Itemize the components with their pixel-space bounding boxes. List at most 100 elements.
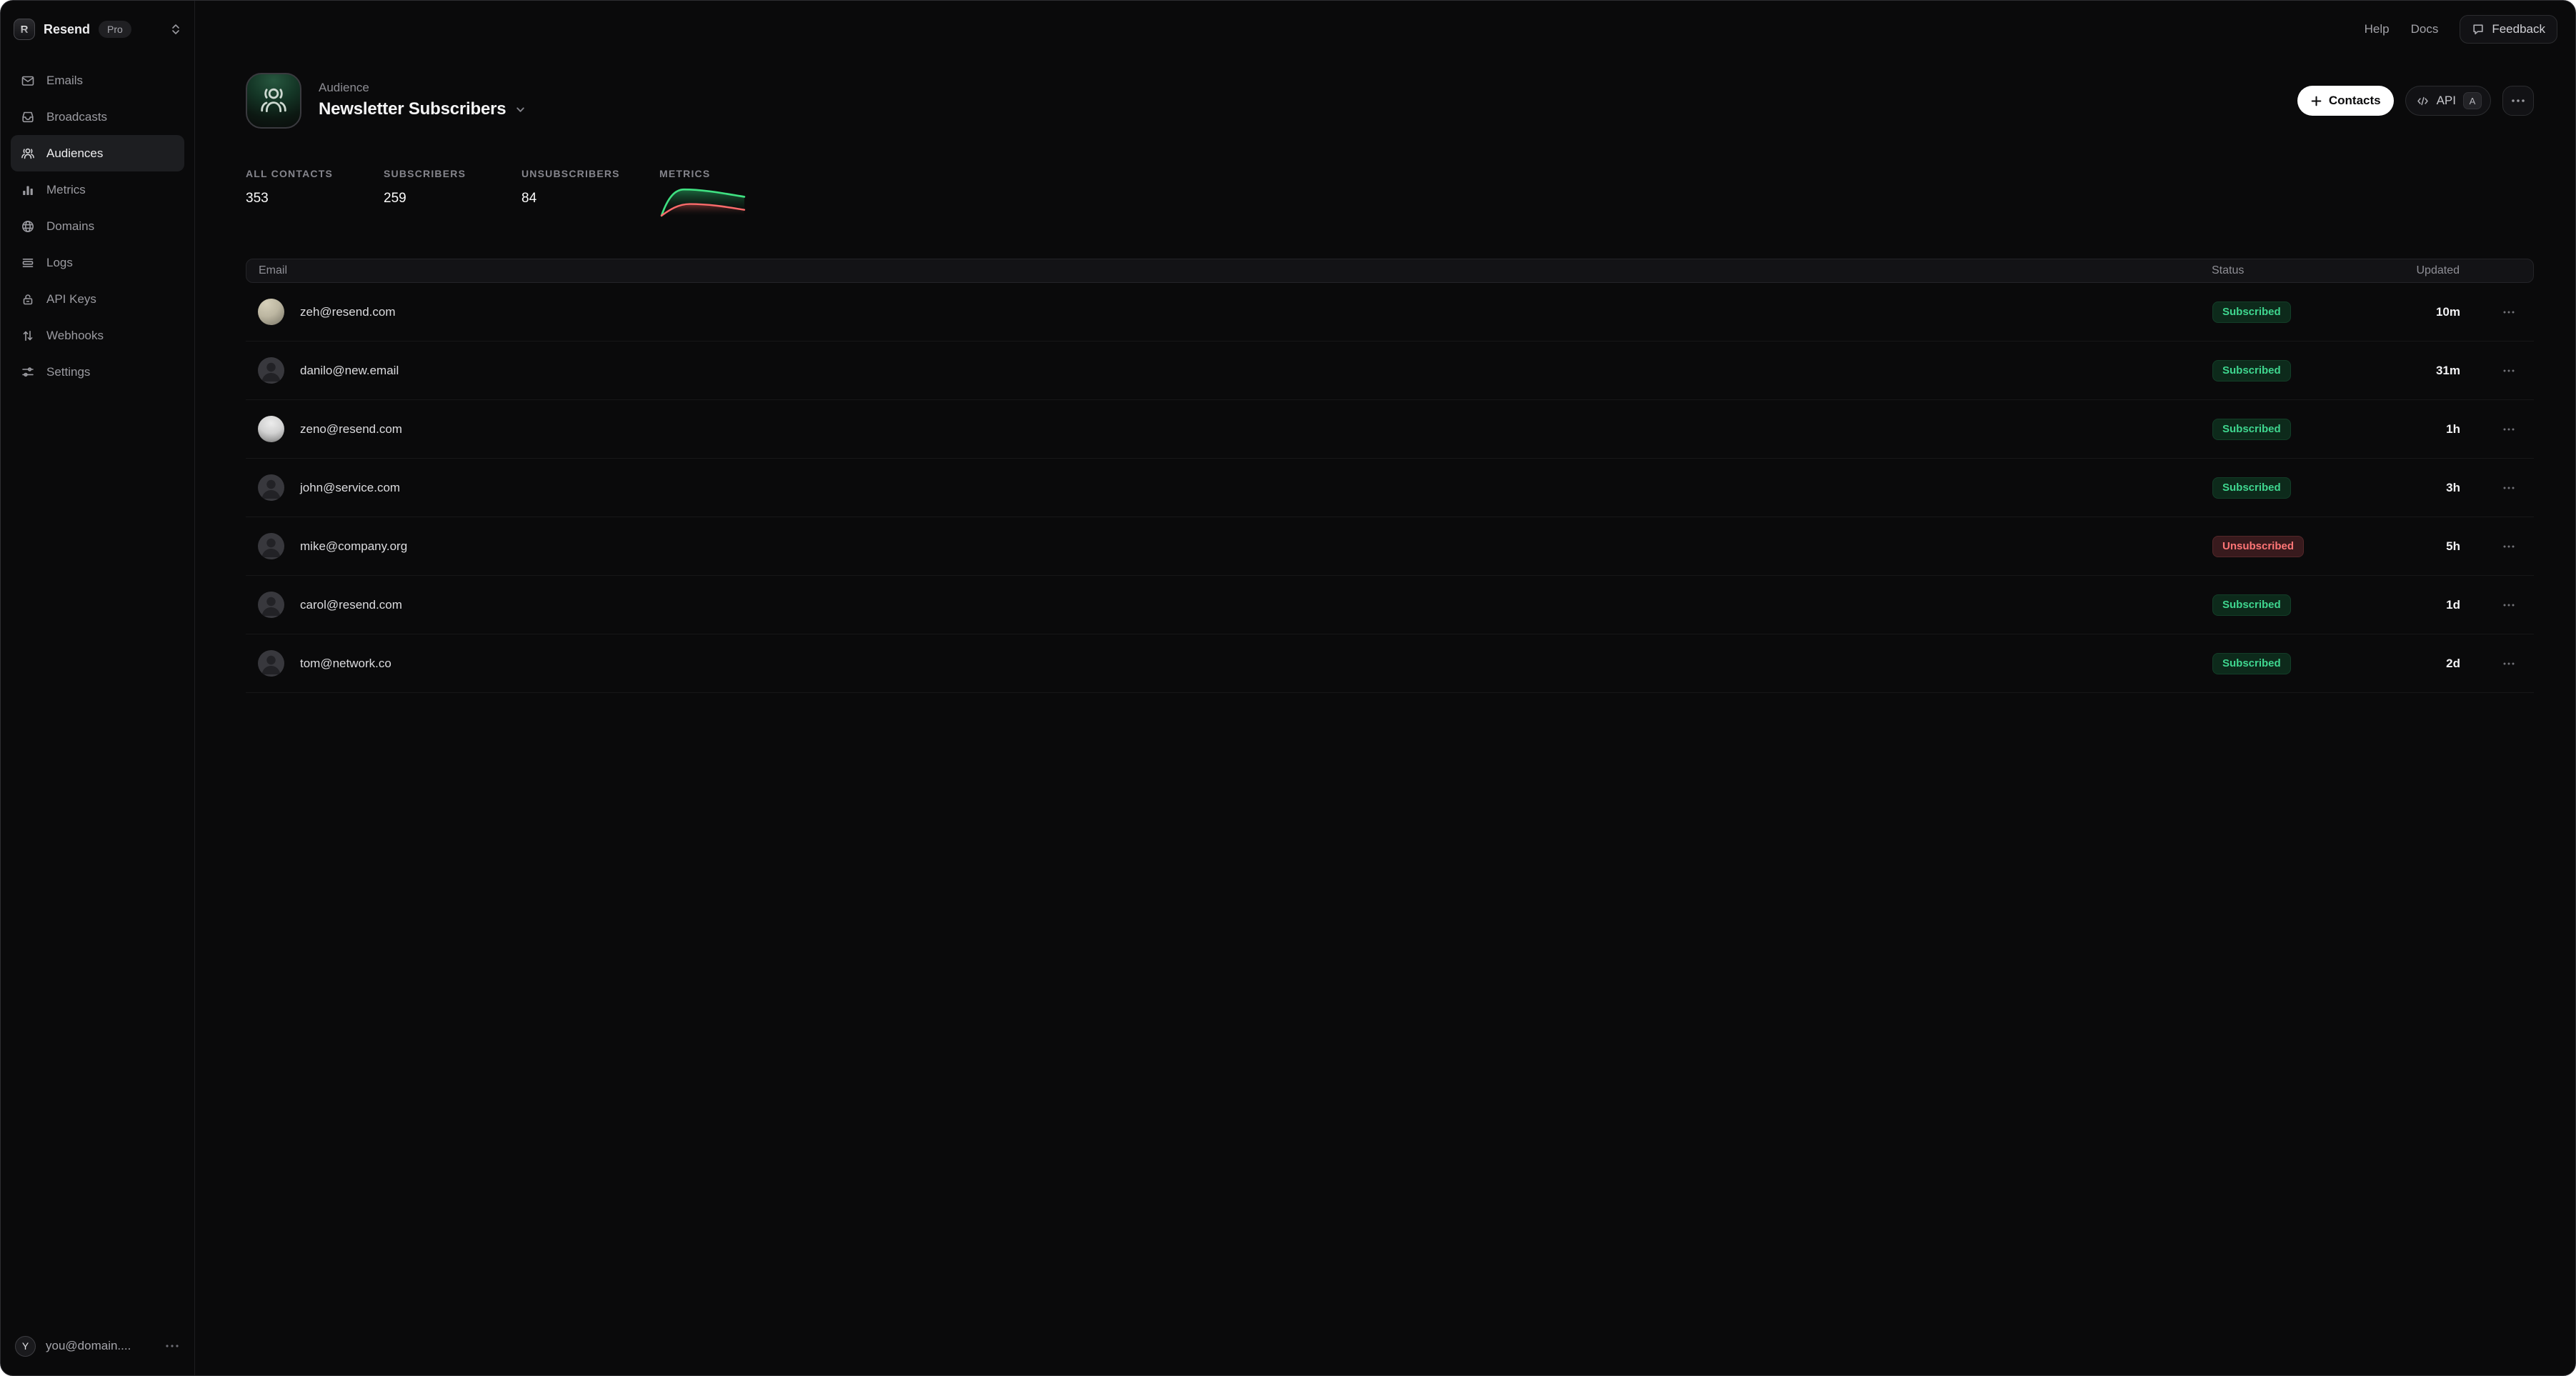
status-badge: Unsubscribed [2212, 536, 2304, 557]
plan-badge: Pro [99, 21, 131, 38]
updated-time: 1h [2398, 422, 2484, 437]
contact-avatar [258, 474, 284, 501]
chevron-down-icon[interactable] [514, 104, 526, 116]
stat-subscribers: SUBSCRIBERS 259 [384, 168, 521, 217]
sidebar: R Resend Pro Emails Broadcasts Audiences… [1, 1, 195, 1375]
api-label: API [2437, 94, 2456, 108]
updated-time: 3h [2398, 481, 2484, 495]
sidebar-item-emails[interactable]: Emails [11, 62, 184, 99]
sidebar-item-api-keys[interactable]: API Keys [11, 281, 184, 317]
table-row[interactable]: danilo@new.email Subscribed 31m [246, 341, 2534, 400]
content: Audience Newsletter Subscribers Contacts… [195, 73, 2575, 693]
api-shortcut-badge: A [2463, 92, 2482, 109]
contact-email: zeh@resend.com [300, 305, 396, 319]
row-menu-button[interactable] [2484, 544, 2534, 549]
sidebar-item-label: Logs [46, 256, 73, 270]
page-titles: Audience Newsletter Subscribers [319, 73, 526, 119]
add-contacts-button[interactable]: Contacts [2297, 86, 2394, 116]
sidebar-item-metrics[interactable]: Metrics [11, 171, 184, 208]
contact-email: zeno@resend.com [300, 422, 402, 437]
user-email: you@domain.... [46, 1339, 131, 1353]
header-actions: Contacts API A [2297, 86, 2534, 116]
app-window: R Resend Pro Emails Broadcasts Audiences… [0, 0, 2576, 1376]
status-badge: Subscribed [2212, 477, 2291, 499]
inbox-icon [21, 110, 35, 124]
table-row[interactable]: zeno@resend.com Subscribed 1h [246, 400, 2534, 459]
updated-time: 2d [2398, 657, 2484, 671]
table-row[interactable]: tom@network.co Subscribed 2d [246, 634, 2534, 693]
contact-avatar [258, 592, 284, 618]
plus-icon [2310, 95, 2322, 107]
contacts-table: Email Status Updated zeh@resend.com Subs… [246, 259, 2534, 693]
contact-email: danilo@new.email [300, 364, 399, 378]
status-badge: Subscribed [2212, 594, 2291, 616]
contact-avatar [258, 416, 284, 442]
ellipsis-icon[interactable] [164, 1344, 180, 1348]
table-header: Email Status Updated [246, 259, 2534, 283]
row-menu-button[interactable] [2484, 486, 2534, 490]
feedback-button[interactable]: Feedback [2460, 15, 2557, 44]
page-title: Newsletter Subscribers [319, 99, 506, 119]
stat-value: 259 [384, 191, 521, 206]
code-icon [2416, 94, 2430, 108]
row-menu-button[interactable] [2484, 603, 2534, 607]
contact-avatar [258, 299, 284, 325]
table-row[interactable]: mike@company.org Unsubscribed 5h [246, 517, 2534, 576]
table-row[interactable]: carol@resend.com Subscribed 1d [246, 576, 2534, 634]
sidebar-item-label: Metrics [46, 183, 86, 197]
topbar: Help Docs Feedback [2365, 1, 2575, 58]
chevron-up-down-icon[interactable] [170, 23, 181, 36]
sidebar-item-broadcasts[interactable]: Broadcasts [11, 99, 184, 135]
more-options-button[interactable] [2502, 86, 2534, 116]
updated-time: 5h [2398, 539, 2484, 554]
stat-label: UNSUBSCRIBERS [521, 168, 659, 179]
api-button[interactable]: API A [2405, 86, 2491, 116]
table-row[interactable]: zeh@resend.com Subscribed 10m [246, 283, 2534, 341]
lock-icon [21, 292, 35, 306]
ellipsis-icon [2510, 99, 2526, 103]
docs-link[interactable]: Docs [2411, 22, 2439, 36]
sidebar-item-label: Broadcasts [46, 110, 107, 124]
column-header-email: Email [246, 264, 2212, 277]
ellipsis-icon [2502, 544, 2515, 549]
stat-metrics: METRICS [659, 168, 747, 217]
stat-value: 84 [521, 191, 659, 206]
bar-chart-icon [21, 183, 35, 197]
contact-email: john@service.com [300, 481, 400, 495]
main-area: Help Docs Feedback [195, 1, 2575, 1375]
users-icon [21, 146, 35, 161]
column-header-status: Status [2212, 264, 2397, 277]
stat-all-contacts: ALL CONTACTS 353 [246, 168, 384, 217]
row-menu-button[interactable] [2484, 369, 2534, 373]
globe-icon [21, 219, 35, 234]
sidebar-item-label: Webhooks [46, 329, 104, 343]
sidebar-item-logs[interactable]: Logs [11, 244, 184, 281]
feedback-label: Feedback [2492, 22, 2545, 36]
sidebar-item-domains[interactable]: Domains [11, 208, 184, 244]
stats-row: ALL CONTACTS 353 SUBSCRIBERS 259 UNSUBSC… [246, 168, 2534, 217]
page-header: Audience Newsletter Subscribers Contacts… [246, 73, 2534, 129]
sidebar-item-settings[interactable]: Settings [11, 354, 184, 390]
page-eyebrow: Audience [319, 81, 526, 95]
sidebar-nav: Emails Broadcasts Audiences Metrics Doma… [1, 42, 194, 390]
table-row[interactable]: john@service.com Subscribed 3h [246, 459, 2534, 517]
updated-time: 10m [2398, 305, 2484, 319]
user-avatar: Y [15, 1336, 36, 1357]
sidebar-item-label: API Keys [46, 292, 96, 306]
help-link[interactable]: Help [2365, 22, 2390, 36]
audience-icon [246, 73, 301, 129]
row-menu-button[interactable] [2484, 662, 2534, 666]
sidebar-item-webhooks[interactable]: Webhooks [11, 317, 184, 354]
sidebar-item-label: Audiences [46, 146, 103, 161]
resend-logo-icon: R [14, 19, 35, 40]
status-badge: Subscribed [2212, 301, 2291, 323]
user-menu[interactable]: Y you@domain.... [1, 1326, 194, 1366]
arrows-up-down-icon [21, 329, 35, 343]
mail-icon [21, 74, 35, 88]
workspace-switcher[interactable]: R Resend Pro [1, 1, 194, 42]
sidebar-item-label: Emails [46, 74, 83, 88]
row-menu-button[interactable] [2484, 310, 2534, 314]
row-menu-button[interactable] [2484, 427, 2534, 432]
speech-bubble-icon [2472, 23, 2485, 36]
sidebar-item-audiences[interactable]: Audiences [11, 135, 184, 171]
